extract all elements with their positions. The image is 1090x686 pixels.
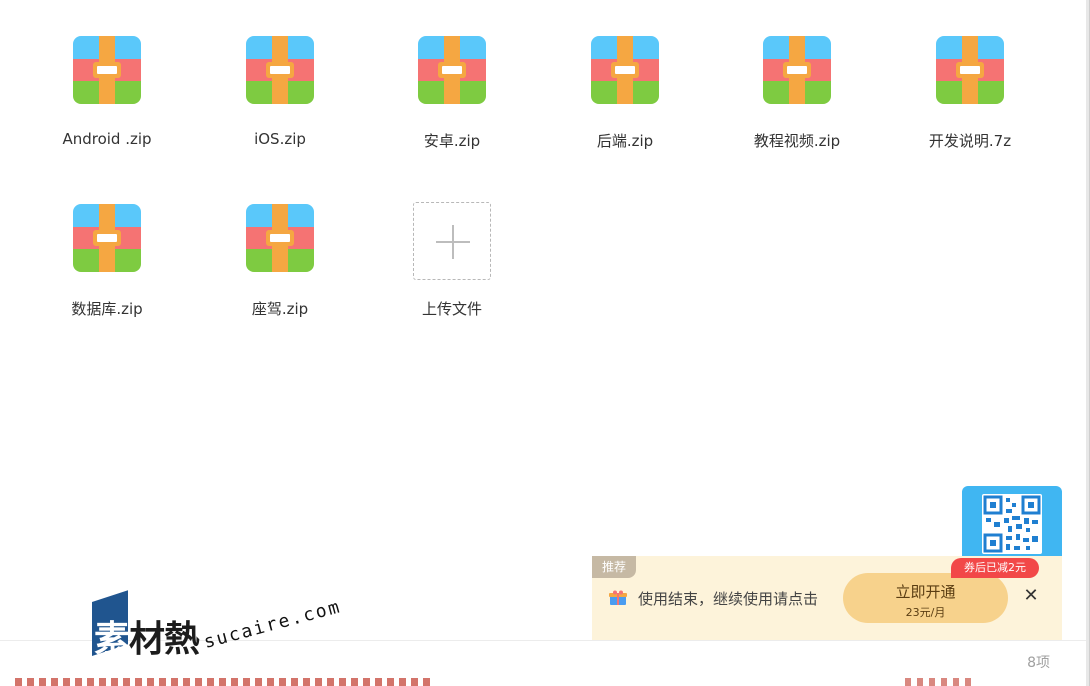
- background-text-fragment: [905, 678, 975, 686]
- watermark-cn: 素材熱: [94, 619, 200, 660]
- upload-button[interactable]: [413, 202, 491, 280]
- item-count: 8项: [1027, 655, 1050, 671]
- file-name: Android .zip: [62, 130, 152, 148]
- file-name: iOS.zip: [254, 130, 306, 148]
- coupon-badge: 券后已减2元: [951, 558, 1039, 578]
- file-item-database[interactable]: 数据库.zip: [37, 168, 177, 318]
- file-item-android[interactable]: Android .zip: [37, 0, 177, 150]
- file-name: 数据库.zip: [71, 300, 143, 318]
- gift-icon: [608, 590, 628, 606]
- zip-archive-icon: [73, 204, 141, 272]
- watermark-en: sucaire.com: [201, 596, 344, 653]
- zip-archive-icon: [246, 204, 314, 272]
- file-item-backend[interactable]: 后端.zip: [555, 0, 695, 150]
- zip-archive-icon: [591, 36, 659, 104]
- close-icon[interactable]: ✕: [1022, 587, 1040, 605]
- activate-now-button[interactable]: 立即开通 23元/月: [843, 573, 1008, 623]
- file-name: 后端.zip: [596, 132, 654, 150]
- recommend-tag: 推荐: [592, 556, 636, 578]
- zip-archive-icon: [936, 36, 1004, 104]
- file-name: 安卓.zip: [423, 132, 481, 150]
- upload-label[interactable]: 上传文件: [382, 298, 522, 319]
- plus-icon-vertical: [452, 225, 454, 259]
- zip-archive-icon: [246, 36, 314, 104]
- promo-message: 使用结束，继续使用请点击: [638, 590, 819, 608]
- watermark-logo: 素材熱 sucaire.com: [90, 590, 343, 662]
- background-text-fragment: [15, 678, 435, 686]
- file-grid: Android .zip iOS.zip 安卓.zip 后端.zip 教程视频.…: [0, 0, 1085, 640]
- zip-archive-icon: [763, 36, 831, 104]
- zip-archive-icon: [418, 36, 486, 104]
- file-name: 开发说明.7z: [928, 132, 1012, 150]
- file-item-dev-notes[interactable]: 开发说明.7z: [900, 0, 1040, 150]
- file-name: 座驾.zip: [251, 300, 309, 318]
- file-item-ios[interactable]: iOS.zip: [210, 0, 350, 150]
- file-item-vehicle[interactable]: 座驾.zip: [210, 168, 350, 318]
- file-item-android-cn[interactable]: 安卓.zip: [382, 0, 522, 150]
- qr-code-icon: [982, 494, 1042, 554]
- cta-label: 立即开通: [895, 583, 956, 601]
- file-name: 教程视频.zip: [753, 132, 841, 150]
- cta-price: 23元/月: [905, 606, 946, 619]
- file-item-tutorial-video[interactable]: 教程视频.zip: [727, 0, 867, 150]
- zip-archive-icon: [73, 36, 141, 104]
